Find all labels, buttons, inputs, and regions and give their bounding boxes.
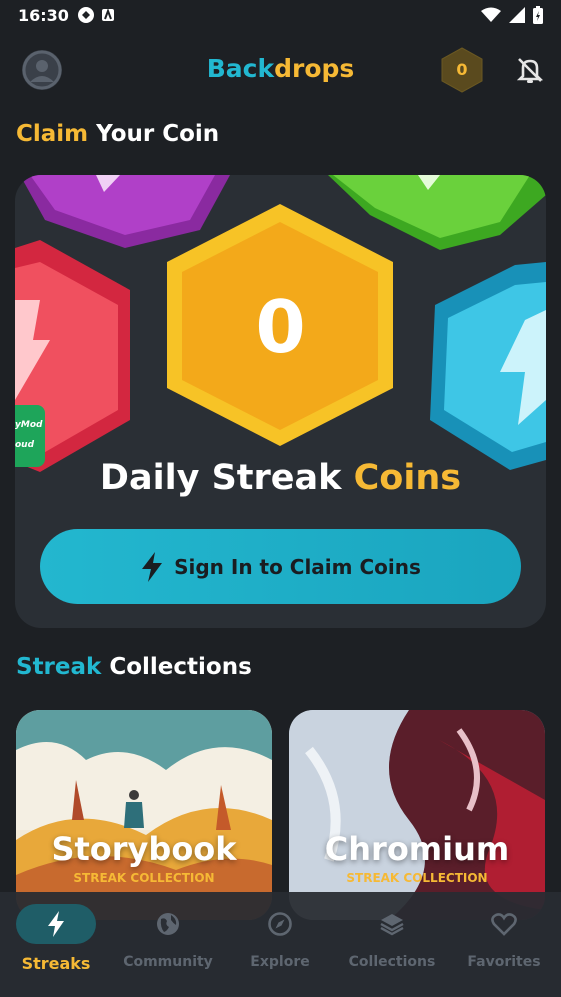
notification-a-icon	[101, 8, 114, 21]
collections-section-title: Streak Collections	[16, 654, 252, 680]
signal-icon	[509, 7, 525, 23]
layers-icon	[380, 914, 404, 936]
collection-card-title: Storybook	[51, 830, 237, 868]
bell-off-icon	[516, 58, 544, 83]
collection-card-title: Chromium	[324, 830, 510, 868]
daily-streak-label: Daily Streak Coins	[99, 458, 462, 498]
battery-icon	[533, 6, 543, 24]
coin-balance-count: 0	[456, 60, 468, 79]
nav-item-explore[interactable]: Explore	[224, 892, 336, 997]
wifi-icon	[481, 7, 501, 22]
collection-card-storybook[interactable]: Storybook STREAK COLLECTION	[16, 710, 272, 920]
coin-balance-badge[interactable]: 0	[440, 47, 484, 93]
claim-section-title: Claim Your Coin	[16, 121, 220, 147]
nav-item-community[interactable]: Community	[112, 892, 224, 997]
status-time: 16:30	[18, 5, 69, 25]
bolt-icon	[48, 911, 64, 937]
nav-item-collections[interactable]: Collections	[336, 892, 448, 997]
app-title-part2: drops	[274, 54, 355, 83]
app-title-part1: Back	[206, 54, 275, 83]
globe-icon	[157, 913, 179, 935]
status-bar: 16:30	[0, 0, 561, 30]
collection-card-subtitle: STREAK COLLECTION	[73, 871, 215, 885]
app-header: Backdrops 0	[0, 44, 561, 98]
sync-icon	[77, 7, 94, 23]
storybook-artwork	[16, 710, 272, 920]
nav-item-favorites[interactable]: Favorites	[448, 892, 560, 997]
daily-coin-value: 0	[255, 285, 306, 369]
bolt-icon	[142, 551, 163, 582]
collection-card-chromium[interactable]: Chromium STREAK COLLECTION	[289, 710, 545, 920]
bottom-navigation: Streaks Community Explore Collections Fa…	[0, 892, 561, 997]
heart-icon	[491, 913, 517, 936]
notifications-off-button[interactable]	[514, 54, 546, 86]
nav-item-streaks[interactable]: Streaks	[0, 892, 112, 997]
chromium-artwork	[289, 710, 545, 920]
sign-in-claim-label: Sign In to Claim Coins	[174, 554, 421, 579]
compass-icon	[268, 912, 292, 936]
sign-in-claim-button[interactable]: Sign In to Claim Coins	[40, 529, 521, 604]
collection-card-subtitle: STREAK COLLECTION	[346, 871, 488, 885]
